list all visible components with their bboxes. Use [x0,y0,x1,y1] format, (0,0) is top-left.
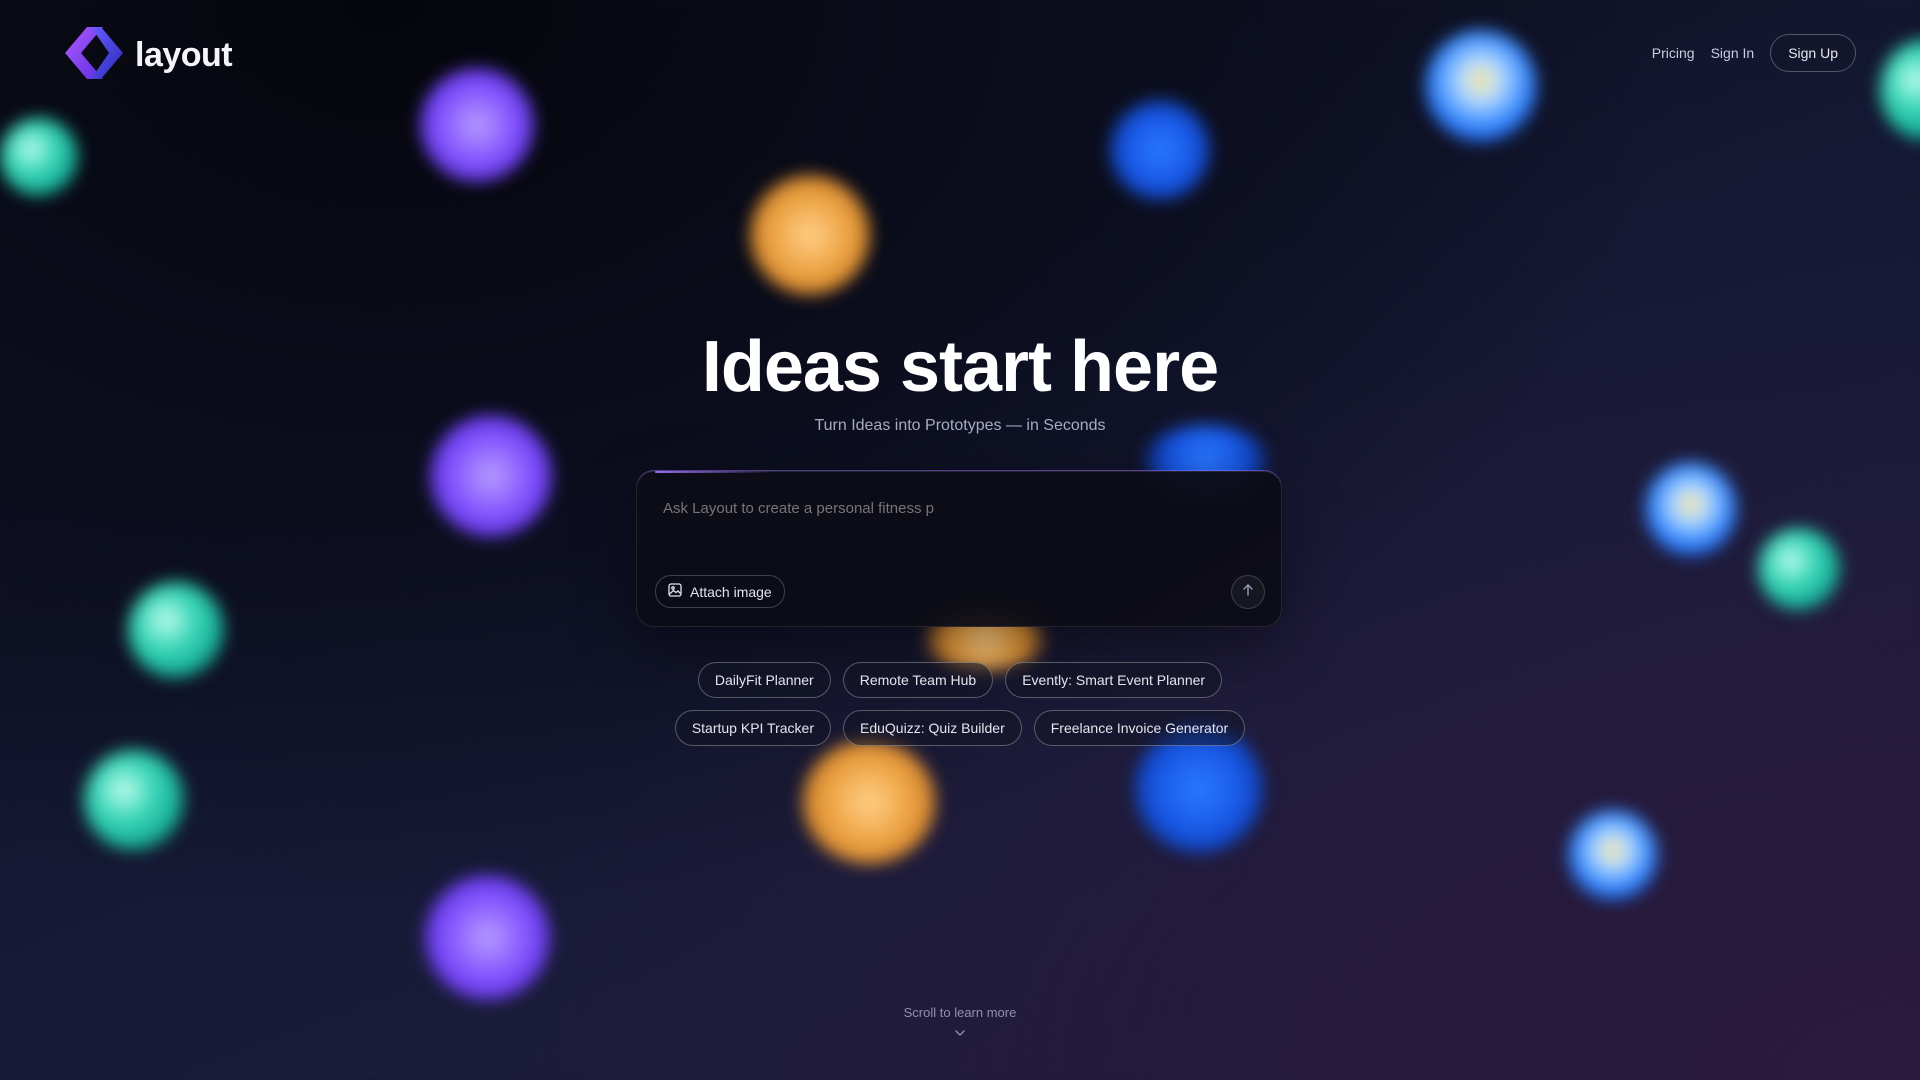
decorative-orb [84,750,184,850]
attach-image-label: Attach image [690,583,772,600]
decorative-orb [802,740,936,864]
prompt-composer: Attach image [636,471,1282,627]
suggestion-chips: DailyFit Planner Remote Team Hub Evently… [0,662,1920,746]
decorative-orb [425,875,550,1000]
hero-title: Ideas start here [701,327,1219,407]
suggestion-chip-eduquizz[interactable]: EduQuizz: Quiz Builder [843,710,1022,746]
suggestion-chip-remote-team-hub[interactable]: Remote Team Hub [842,662,994,698]
sign-up-button[interactable]: Sign Up [1770,34,1856,72]
decorative-orb [0,118,78,196]
decorative-orb [1758,528,1840,610]
decorative-orb [1645,462,1737,556]
top-bar: layout Pricing Sign In Sign Up [0,0,1920,106]
scroll-hint[interactable]: Scroll to learn more [0,1005,1920,1020]
attach-image-button[interactable]: Attach image [655,575,785,608]
suggestion-row: DailyFit Planner Remote Team Hub Evently… [697,662,1223,698]
arrow-up-icon [1241,583,1255,602]
top-nav: Pricing Sign In Sign Up [1652,34,1856,72]
layout-logo-icon [63,25,125,86]
chevron-down-icon[interactable] [954,1026,966,1038]
brand-logo[interactable]: layout [63,25,233,86]
send-button[interactable] [1231,575,1265,609]
image-icon [668,583,682,600]
pricing-link[interactable]: Pricing [1652,45,1695,61]
suggestion-chip-startup-kpi[interactable]: Startup KPI Tracker [674,710,831,746]
suggestion-row: Startup KPI Tracker EduQuizz: Quiz Build… [674,710,1246,746]
hero-subtitle: Turn Ideas into Prototypes — in Seconds [814,417,1106,434]
sign-in-link[interactable]: Sign In [1711,45,1755,61]
suggestion-chip-evently[interactable]: Evently: Smart Event Planner [1005,662,1223,698]
suggestion-chip-dailyfit[interactable]: DailyFit Planner [697,662,831,698]
suggestion-chip-freelance-invoice[interactable]: Freelance Invoice Generator [1033,710,1246,746]
prompt-input[interactable] [663,500,1255,517]
decorative-orb [1568,810,1658,900]
decorative-orb [1110,100,1210,200]
brand-name: layout [135,36,233,74]
decorative-orb [750,175,870,295]
